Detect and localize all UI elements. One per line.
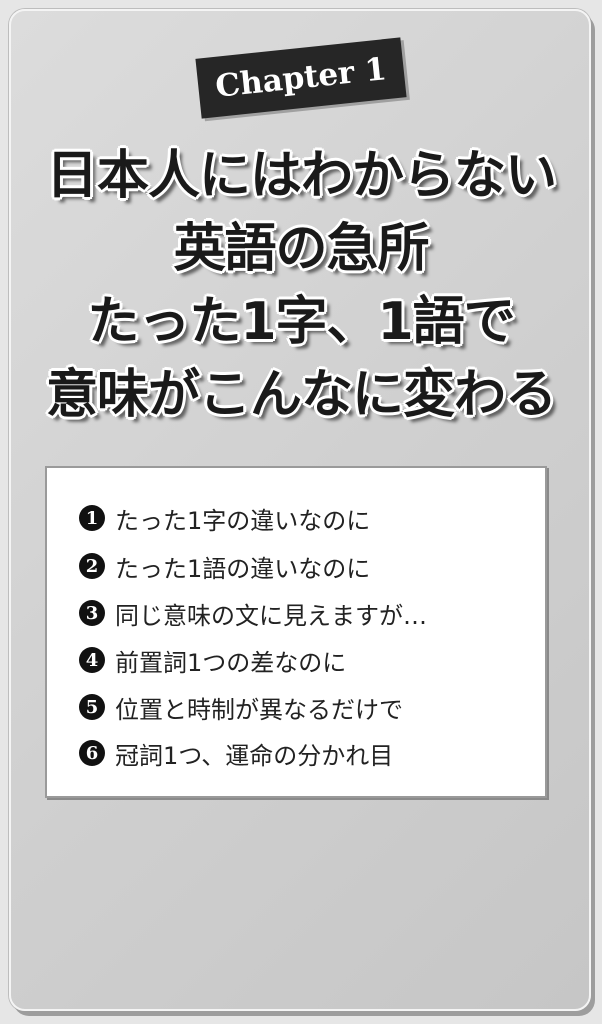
list-item: 5 位置と時制が異なるだけで (79, 687, 403, 727)
list-item-text: 冠詞1つ、運命の分かれ目 (115, 741, 394, 770)
list-item: 6 冠詞1つ、運命の分かれ目 (79, 733, 393, 773)
list-item-text: たった1字の違いなのに (115, 506, 371, 535)
list-item: 2 たった1語の違いなのに (79, 546, 370, 586)
list-item: 4 前置詞1つの差なのに (79, 640, 346, 680)
list-item-text: 位置と時制が異なるだけで (115, 695, 403, 724)
contents-list: 1 たった1字の違いなのに 2 たった1語の違いなのに 3 同じ意味の文に見えま… (45, 466, 547, 798)
list-item: 3 同じ意味の文に見えますが… (79, 593, 427, 633)
number-badge: 5 (79, 694, 105, 720)
number-badge: 6 (79, 740, 105, 766)
list-item: 1 たった1字の違いなのに (79, 498, 370, 538)
number-badge: 1 (79, 505, 105, 531)
title-line-1: 日本人にはわからない (45, 146, 557, 206)
chapter-title: 日本人にはわからない 英語の急所 たった1字、1語で 意味がこんなに変わる (20, 140, 582, 432)
number-badge: 3 (79, 600, 105, 626)
list-item-text: 前置詞1つの差なのに (115, 648, 347, 677)
number-badge: 2 (79, 553, 105, 579)
list-item-text: たった1語の違いなのに (115, 554, 371, 583)
list-item-text: 同じ意味の文に見えますが… (115, 601, 427, 630)
title-line-3: たった1字、1語で (87, 292, 515, 352)
title-line-4: 意味がこんなに変わる (45, 365, 557, 425)
number-badge: 4 (79, 647, 105, 673)
title-line-2: 英語の急所 (173, 219, 429, 279)
